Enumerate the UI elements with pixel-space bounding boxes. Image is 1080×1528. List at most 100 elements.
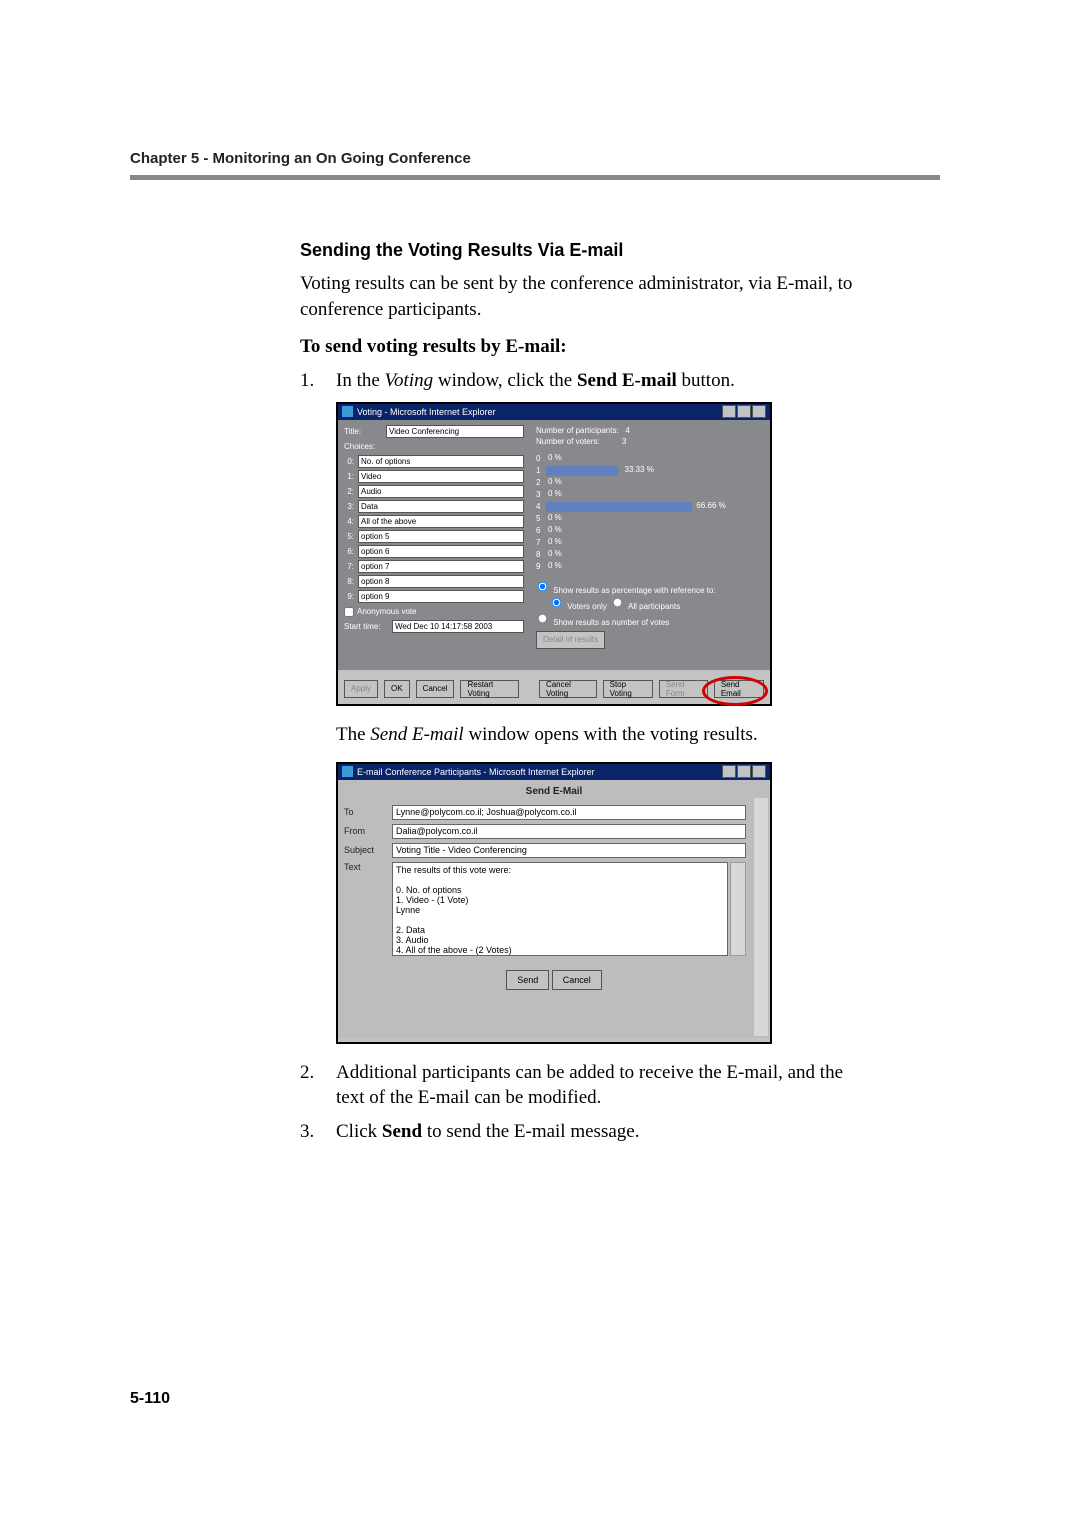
choice-input-3[interactable] <box>358 500 524 513</box>
choice-input-9[interactable] <box>358 590 524 603</box>
step-3-number: 3. <box>300 1119 336 1145</box>
ok-button[interactable]: OK <box>384 680 410 698</box>
apply-button[interactable]: Apply <box>344 680 378 698</box>
choice-input-0[interactable] <box>358 455 524 468</box>
anonymous-label: Anonymous vote <box>357 607 417 616</box>
scrollbar[interactable] <box>754 798 768 1036</box>
step-1-text-e: button. <box>677 370 735 391</box>
bar-pct-6: 0 % <box>548 525 562 534</box>
title-input[interactable] <box>386 425 524 438</box>
start-time-input[interactable] <box>392 620 524 633</box>
bar-pct-0: 0 % <box>548 453 562 462</box>
choice-input-5[interactable] <box>358 530 524 543</box>
bar-n-1: 1 <box>536 466 546 475</box>
bar-n-3: 3 <box>536 490 546 499</box>
step-1: 1. In the Voting window, click the Send … <box>300 368 860 394</box>
cancel-button[interactable]: Cancel <box>416 680 455 698</box>
minimize-icon[interactable] <box>722 765 736 778</box>
choice-num-6: 6: <box>344 547 354 556</box>
step-3-b: Send <box>382 1121 422 1142</box>
text-body[interactable]: The results of this vote were: 0. No. of… <box>392 862 728 956</box>
intro-text: Voting results can be sent by the confer… <box>300 271 860 322</box>
step-1-number: 1. <box>300 368 336 394</box>
procedure-title: To send voting results by E-mail: <box>300 336 860 358</box>
text-scrollbar[interactable] <box>730 862 746 956</box>
title-label: Title: <box>344 427 386 436</box>
step-1-text-c: window, click the <box>433 370 577 391</box>
step-3-a: Click <box>336 1121 382 1142</box>
maximize-icon[interactable] <box>737 405 751 418</box>
send-button[interactable]: Send <box>506 970 549 990</box>
step-1-voting: Voting <box>385 370 434 391</box>
bar-n-4: 4 <box>536 502 546 511</box>
step-2: 2. Additional participants can be added … <box>300 1060 860 1111</box>
opt-voters-radio[interactable] <box>552 598 561 607</box>
ie-icon <box>342 406 353 417</box>
choice-input-8[interactable] <box>358 575 524 588</box>
to-input[interactable] <box>392 805 746 820</box>
choice-input-2[interactable] <box>358 485 524 498</box>
choice-num-4: 4: <box>344 517 354 526</box>
close-icon[interactable] <box>752 405 766 418</box>
cancel-voting-button[interactable]: Cancel Voting <box>539 680 597 698</box>
voting-title-text: Voting - Microsoft Internet Explorer <box>357 407 496 417</box>
bar-n-5: 5 <box>536 514 546 523</box>
participants-label: Number of participants: <box>536 426 619 435</box>
from-input[interactable] <box>392 824 746 839</box>
start-time-label: Start time: <box>344 622 392 631</box>
bar-pct-1: 33.33 % <box>624 465 653 474</box>
callout-circle-icon <box>702 676 768 706</box>
bar-n-9: 9 <box>536 562 546 571</box>
choice-num-5: 5: <box>344 532 354 541</box>
voting-titlebar: Voting - Microsoft Internet Explorer <box>338 404 770 420</box>
restart-voting-button[interactable]: Restart Voting <box>460 680 518 698</box>
bar-pct-2: 0 % <box>548 477 562 486</box>
step-3-c: to send the E-mail message. <box>422 1121 639 1142</box>
header-rule <box>130 175 940 180</box>
from-label: From <box>344 826 392 836</box>
caption2-c: window opens with the voting results. <box>464 724 758 745</box>
choice-num-8: 8: <box>344 577 354 586</box>
opt-number-radio[interactable] <box>538 614 547 623</box>
step-1-send-email: Send E-mail <box>577 370 677 391</box>
email-title-text: E-mail Conference Participants - Microso… <box>357 767 595 777</box>
subject-input[interactable] <box>392 843 746 858</box>
bar-n-6: 6 <box>536 526 546 535</box>
opt-voters-label: Voters only <box>567 602 607 611</box>
ie-icon <box>342 766 353 777</box>
close-icon[interactable] <box>752 765 766 778</box>
detail-results-button[interactable]: Detail of results <box>536 631 605 649</box>
bar-pct-7: 0 % <box>548 537 562 546</box>
opt-percentage-label: Show results as percentage with referenc… <box>553 586 715 595</box>
choice-num-3: 3: <box>344 502 354 511</box>
choice-input-6[interactable] <box>358 545 524 558</box>
bar-n-2: 2 <box>536 478 546 487</box>
voters-value: 3 <box>622 437 626 446</box>
stop-voting-button[interactable]: Stop Voting <box>603 680 653 698</box>
opt-all-label: All participants <box>628 602 680 611</box>
caption2-a: The <box>336 724 370 745</box>
email-titlebar: E-mail Conference Participants - Microso… <box>338 764 770 780</box>
choice-input-7[interactable] <box>358 560 524 573</box>
figure-email-window: E-mail Conference Participants - Microso… <box>336 762 772 1044</box>
step-3: 3. Click Send to send the E-mail message… <box>300 1119 860 1145</box>
choice-input-1[interactable] <box>358 470 524 483</box>
choice-num-7: 7: <box>344 562 354 571</box>
maximize-icon[interactable] <box>737 765 751 778</box>
email-cancel-button[interactable]: Cancel <box>552 970 602 990</box>
step-2-number: 2. <box>300 1060 336 1111</box>
opt-percentage-radio[interactable] <box>538 582 547 591</box>
bar-n-7: 7 <box>536 538 546 547</box>
minimize-icon[interactable] <box>722 405 736 418</box>
send-form-button[interactable]: Send Form <box>659 680 708 698</box>
choice-input-4[interactable] <box>358 515 524 528</box>
opt-all-radio[interactable] <box>613 598 622 607</box>
section-title: Sending the Voting Results Via E-mail <box>300 240 860 261</box>
bar-n-8: 8 <box>536 550 546 559</box>
bar-pct-4: 66.66 % <box>696 501 725 510</box>
choice-num-2: 2: <box>344 487 354 496</box>
bar-pct-8: 0 % <box>548 549 562 558</box>
choices-label: Choices: <box>344 442 386 451</box>
anonymous-checkbox[interactable] <box>344 607 354 617</box>
voters-label: Number of voters: <box>536 437 600 446</box>
